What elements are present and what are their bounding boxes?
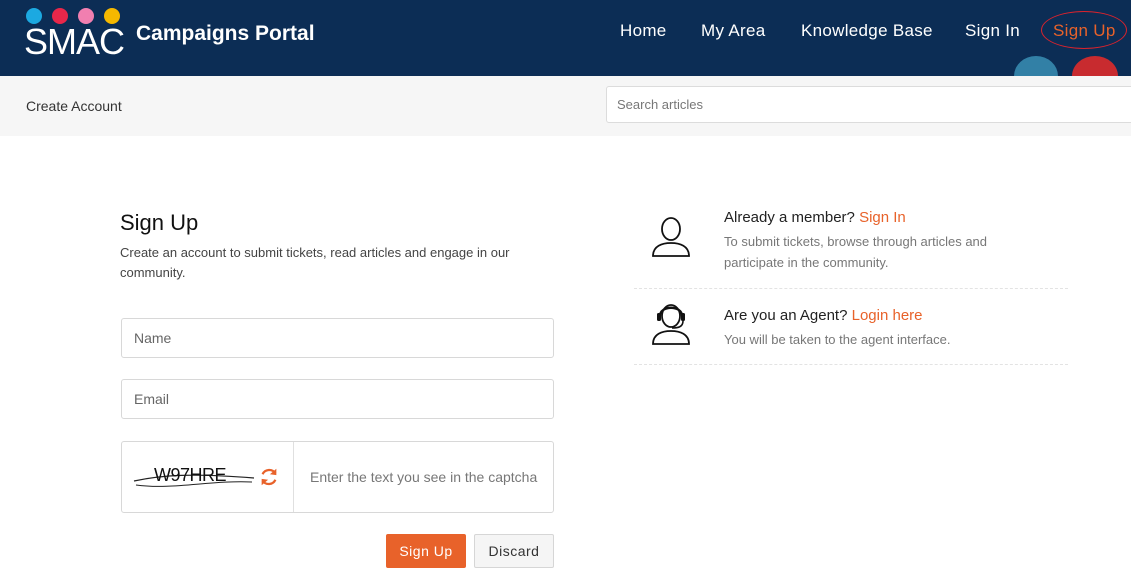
captcha-input[interactable] bbox=[298, 458, 562, 496]
agent-heading: Are you an Agent? Login here bbox=[724, 307, 923, 324]
nav-home[interactable]: Home bbox=[620, 19, 667, 43]
captcha-image: W97HRE bbox=[132, 460, 257, 494]
nav-sign-in[interactable]: Sign In bbox=[965, 19, 1020, 43]
captcha-divider bbox=[293, 442, 294, 512]
smac-logo[interactable]: SMAC bbox=[24, 8, 125, 62]
nav-knowledge-base[interactable]: Knowledge Base bbox=[801, 19, 933, 43]
member-heading: Already a member? Sign In bbox=[724, 209, 906, 226]
top-header: SMAC Campaigns Portal Home My Area Knowl… bbox=[0, 0, 1131, 96]
user-icon bbox=[650, 216, 692, 258]
email-field[interactable] bbox=[121, 379, 554, 419]
member-prompt: Already a member? bbox=[724, 209, 855, 226]
discard-button[interactable]: Discard bbox=[474, 534, 554, 568]
member-info: Already a member? Sign In To submit tick… bbox=[634, 196, 1068, 289]
agent-login-link[interactable]: Login here bbox=[852, 307, 923, 324]
page-subtitle: Create an account to submit tickets, rea… bbox=[120, 245, 510, 280]
highlight-circle-annotation bbox=[1041, 11, 1127, 49]
agent-description: You will be taken to the agent interface… bbox=[724, 332, 951, 347]
agent-info: Are you an Agent? Login here You will be… bbox=[634, 288, 1068, 365]
sub-header: Create Account bbox=[0, 76, 1131, 136]
breadcrumb: Create Account bbox=[26, 98, 122, 114]
member-description: To submit tickets, browse through articl… bbox=[724, 234, 988, 270]
headset-agent-icon bbox=[650, 302, 692, 345]
logo-text: SMAC bbox=[24, 21, 125, 62]
page-title: Sign Up bbox=[120, 210, 199, 235]
captcha-container: W97HRE bbox=[121, 441, 562, 513]
search-input[interactable] bbox=[606, 86, 1131, 123]
agent-prompt: Are you an Agent? bbox=[724, 307, 848, 324]
nav-my-area[interactable]: My Area bbox=[701, 19, 765, 43]
captcha-text: W97HRE bbox=[154, 465, 227, 485]
sign-in-link[interactable]: Sign In bbox=[859, 209, 906, 226]
sign-up-button[interactable]: Sign Up bbox=[386, 534, 466, 568]
refresh-captcha-icon[interactable] bbox=[258, 466, 280, 488]
portal-title: Campaigns Portal bbox=[136, 22, 315, 45]
name-field[interactable] bbox=[121, 318, 554, 358]
